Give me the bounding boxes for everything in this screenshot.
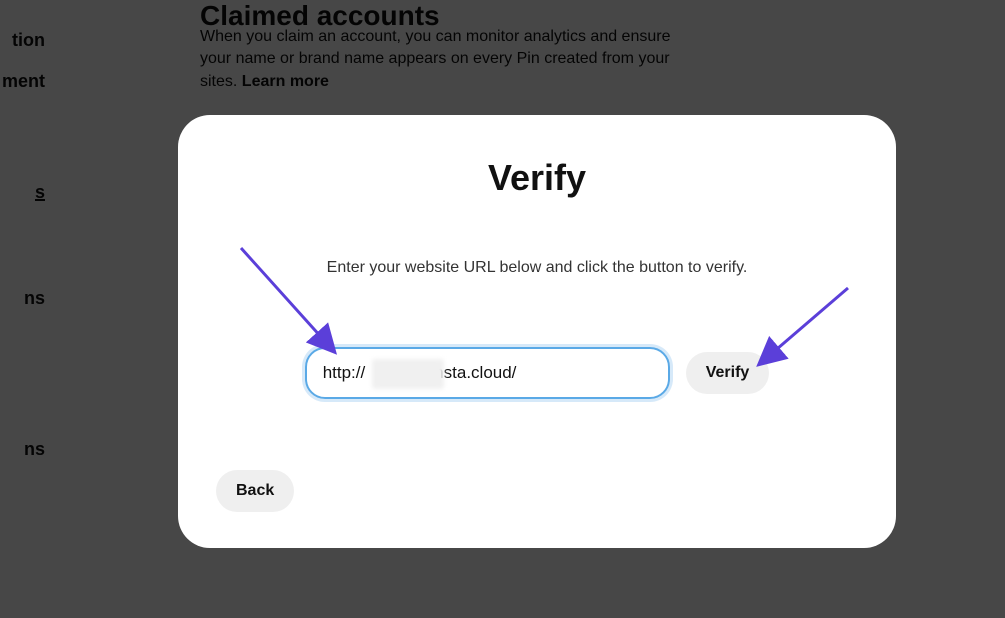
verify-modal: Verify Enter your website URL below and …	[178, 115, 896, 548]
modal-title: Verify	[214, 157, 860, 199]
url-input-wrapper[interactable]	[305, 347, 670, 399]
verify-button[interactable]: Verify	[686, 352, 770, 394]
censored-subdomain	[372, 359, 444, 389]
back-button[interactable]: Back	[216, 470, 294, 512]
input-row: Verify	[214, 347, 860, 399]
modal-description: Enter your website URL below and click t…	[214, 259, 860, 277]
